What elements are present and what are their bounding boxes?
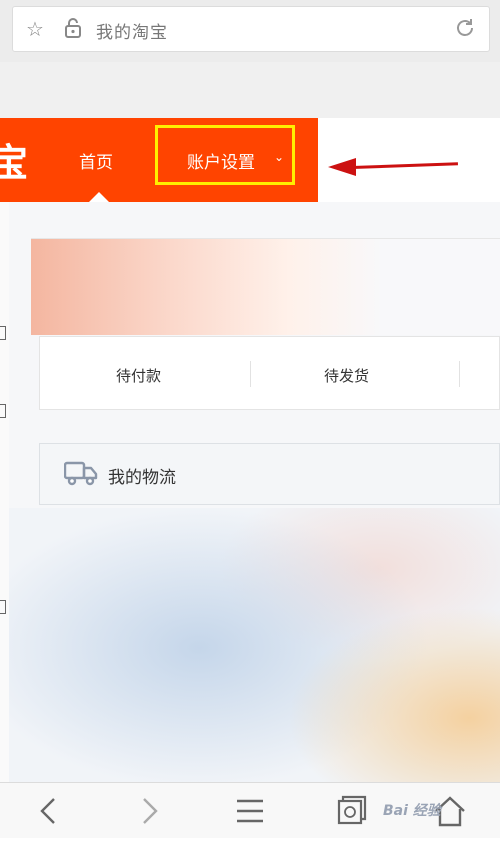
divider xyxy=(459,361,460,387)
sidebar-item-marker[interactable] xyxy=(0,600,6,614)
nav-home-link[interactable]: 首页 xyxy=(79,148,113,173)
logistics-label: 我的物流 xyxy=(108,468,176,488)
back-icon[interactable] xyxy=(18,783,78,839)
lock-icon xyxy=(61,17,85,41)
divider xyxy=(250,361,251,387)
page-title: 我的淘宝 xyxy=(96,23,168,43)
menu-icon[interactable] xyxy=(220,783,280,839)
chevron-down-icon[interactable]: ⌄ xyxy=(274,150,284,164)
refresh-icon[interactable] xyxy=(453,17,477,41)
nav-account-settings[interactable]: 账户设置 xyxy=(187,148,255,173)
forward-icon[interactable] xyxy=(120,783,180,839)
orders-card: 待付款 待发货 xyxy=(39,336,500,410)
blurred-content xyxy=(9,508,500,782)
browser-top-bar: ☆ 我的淘宝 xyxy=(0,0,500,62)
truck-icon xyxy=(64,461,98,486)
active-tab-indicator xyxy=(89,192,109,202)
profile-banner xyxy=(31,238,500,335)
my-logistics-row[interactable]: 我的物流 xyxy=(39,443,500,505)
order-tab-pending-payment[interactable]: 待付款 xyxy=(116,365,161,386)
sidebar-item-marker[interactable] xyxy=(0,404,6,418)
annotation-arrow-shaft xyxy=(351,162,458,169)
annotation-arrow-head xyxy=(328,158,356,176)
address-bar[interactable]: ☆ 我的淘宝 xyxy=(12,6,490,52)
star-icon[interactable]: ☆ xyxy=(23,17,47,41)
order-tab-pending-shipment[interactable]: 待发货 xyxy=(324,365,369,386)
left-sidebar-edge xyxy=(0,202,9,782)
taobao-logo: 宝 xyxy=(0,141,29,185)
header-spacer xyxy=(0,62,500,118)
sidebar-item-marker[interactable] xyxy=(0,326,6,340)
baidu-watermark: Bai 经验 xyxy=(383,803,441,819)
tabs-icon[interactable] xyxy=(320,783,380,839)
